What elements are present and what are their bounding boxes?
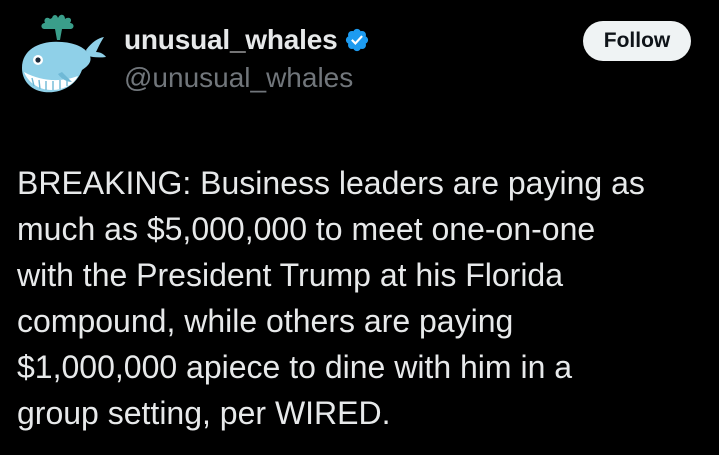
whale-logo-icon[interactable] xyxy=(12,10,108,106)
tweet-text-line: $1,000,000 apiece to dine with him in a xyxy=(17,349,573,385)
author-display-name[interactable]: unusual_whales xyxy=(124,24,338,56)
tweet-text-line: much as $5,000,000 to meet one-on-one xyxy=(17,211,596,247)
author-handle[interactable]: @unusual_whales xyxy=(124,62,353,94)
tweet-card: unusual_whales @unusual_whales Follow BR… xyxy=(0,0,719,455)
tweet-text-line: group setting, per WIRED. xyxy=(17,395,391,431)
tweet-text-line: BREAKING: Business leaders are paying as xyxy=(17,165,645,201)
follow-button[interactable]: Follow xyxy=(583,21,691,61)
tweet-text-line: compound, while others are paying xyxy=(17,303,514,339)
tweet-text-line: with the President Trump at his Florida xyxy=(17,257,564,293)
verified-badge-icon[interactable] xyxy=(344,27,370,53)
tweet-text: BREAKING: Business leaders are paying as… xyxy=(17,160,707,436)
author-name-row[interactable]: unusual_whales xyxy=(124,22,370,58)
